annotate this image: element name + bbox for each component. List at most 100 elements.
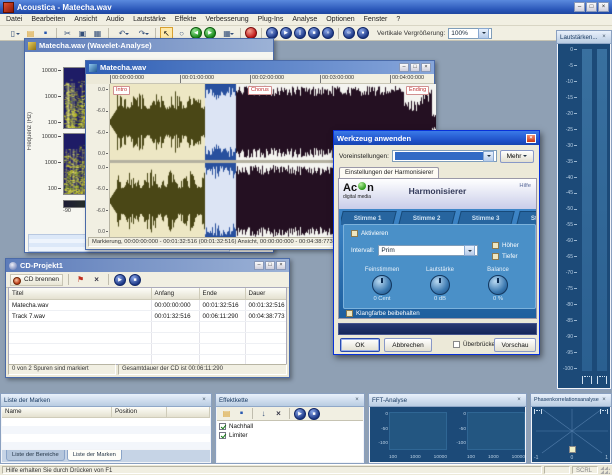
fx-enabled-checkbox[interactable] bbox=[219, 423, 226, 430]
delete-track-button[interactable]: × bbox=[90, 274, 103, 286]
knob[interactable] bbox=[372, 275, 392, 295]
cd-column-header[interactable]: Ende bbox=[199, 288, 245, 300]
open-chain-button[interactable]: ▤ bbox=[220, 408, 233, 420]
marks-panel-header[interactable]: Liste der Marken × bbox=[1, 394, 211, 407]
add-track-marker-button[interactable]: ⚑ bbox=[74, 274, 87, 286]
cd-titlebar[interactable]: CD-Projekt1 –□× bbox=[6, 259, 289, 272]
loop-button[interactable]: ∞ bbox=[343, 27, 355, 39]
menu-item[interactable]: Datei bbox=[6, 16, 22, 23]
burn-cd-button[interactable]: CD brennen bbox=[10, 274, 63, 286]
fx-enabled-checkbox[interactable] bbox=[219, 432, 226, 439]
close-icon[interactable]: × bbox=[200, 397, 208, 403]
close-icon[interactable]: × bbox=[600, 397, 608, 403]
maximize-button[interactable]: □ bbox=[410, 63, 420, 72]
fx-list-item[interactable]: Limiter bbox=[219, 431, 361, 440]
monitor-button[interactable]: ● bbox=[357, 27, 369, 39]
marks-list-body[interactable] bbox=[2, 418, 210, 449]
column-position[interactable]: Position bbox=[112, 407, 167, 418]
menu-item[interactable]: Audio bbox=[106, 16, 124, 23]
fx-list-item[interactable]: Nachhall bbox=[219, 422, 361, 431]
insert-effect-button[interactable]: ↓ bbox=[257, 408, 270, 420]
menu-item[interactable]: Bearbeiten bbox=[31, 16, 65, 23]
cd-track-row[interactable]: Track 7.wav00:01:32:51600:06:11:29000:04… bbox=[9, 311, 287, 322]
preset-combo[interactable] bbox=[392, 150, 497, 162]
remove-effect-button[interactable]: × bbox=[272, 408, 285, 420]
chevron-down-icon[interactable] bbox=[464, 245, 475, 256]
fx-panel-header[interactable]: Effektkette × bbox=[216, 394, 364, 407]
dialog-titlebar[interactable]: Werkzeug anwenden × bbox=[334, 131, 539, 145]
close-button[interactable]: × bbox=[276, 261, 286, 270]
wavelet-titlebar[interactable]: Matecha.wav (Wavelet-Analyse) bbox=[25, 39, 273, 52]
menu-item[interactable]: Fenster bbox=[364, 16, 388, 23]
cd-table-body[interactable]: Matecha.wav00:00:00:00000:01:32:51600:01… bbox=[9, 300, 287, 366]
voice-tab[interactable]: Stimme 3 bbox=[457, 211, 514, 225]
close-button[interactable]: × bbox=[598, 2, 609, 12]
time-ruler[interactable]: 00:00:00:00000:01:00:00000:02:00:00000:0… bbox=[110, 74, 434, 84]
cancel-button[interactable]: Abbrechen bbox=[384, 338, 432, 352]
close-button[interactable]: × bbox=[421, 63, 431, 72]
menu-item[interactable]: Effekte bbox=[175, 16, 197, 23]
pause-button[interactable]: ∥ bbox=[294, 27, 306, 39]
stop-button[interactable]: ■ bbox=[308, 27, 320, 39]
play-button[interactable]: ▶ bbox=[280, 27, 292, 39]
chevron-down-icon[interactable] bbox=[478, 28, 489, 39]
vertical-zoom-combo[interactable]: 100% bbox=[448, 28, 492, 39]
menu-item[interactable]: ? bbox=[396, 16, 400, 23]
minimize-button[interactable]: – bbox=[574, 2, 585, 12]
voice-tab[interactable]: Stimme 4 bbox=[516, 211, 536, 225]
close-icon[interactable]: × bbox=[600, 34, 608, 40]
close-icon[interactable]: × bbox=[515, 397, 523, 403]
menu-item[interactable]: Ansicht bbox=[74, 16, 97, 23]
close-icon[interactable]: × bbox=[526, 134, 536, 143]
play-button[interactable]: ▶ bbox=[294, 408, 306, 420]
maximize-button[interactable]: □ bbox=[265, 261, 275, 270]
phase-panel-header[interactable]: Phasenkorrelationsanalyse × bbox=[531, 394, 611, 407]
more-button[interactable]: Mehr bbox=[500, 150, 534, 163]
maximize-button[interactable]: □ bbox=[586, 2, 597, 12]
activate-checkbox[interactable] bbox=[351, 230, 358, 237]
new-file-button[interactable]: ▯ bbox=[4, 27, 22, 39]
fft-panel-header[interactable]: FFT-Analyse × bbox=[369, 394, 526, 407]
menu-item[interactable]: Optionen bbox=[326, 16, 354, 23]
chevron-down-icon[interactable] bbox=[483, 151, 494, 162]
stop-button[interactable]: ■ bbox=[308, 408, 320, 420]
ok-button[interactable]: OK bbox=[340, 338, 380, 352]
goto-end-button[interactable]: » bbox=[322, 27, 334, 39]
cd-column-header[interactable]: Anfang bbox=[151, 288, 199, 300]
meter-panel-header[interactable]: Lautstärken... × bbox=[557, 31, 611, 44]
menu-item[interactable]: Verbesserung bbox=[205, 16, 248, 23]
voice-tab[interactable]: Stimme 2 bbox=[398, 211, 455, 225]
minimize-button[interactable]: – bbox=[399, 63, 409, 72]
help-link[interactable]: Hilfe bbox=[519, 183, 531, 189]
tab-liste-der-bereiche[interactable]: Liste der Bereiche bbox=[6, 450, 65, 461]
menu-item[interactable]: Lautstärke bbox=[133, 16, 166, 23]
amplitude-scale: 0.0-6.0-6.00.0 0.0-6.0-6.00.0 bbox=[86, 84, 110, 239]
column-name[interactable]: Name bbox=[2, 407, 112, 418]
knob[interactable] bbox=[430, 275, 450, 295]
interval-combo[interactable]: Prim bbox=[378, 245, 478, 256]
play-button[interactable]: ▶ bbox=[114, 274, 126, 286]
activate-row: Aktivieren bbox=[351, 230, 388, 237]
freq-ticks-ch1: 100001000100 bbox=[35, 68, 61, 126]
minimize-button[interactable]: – bbox=[254, 261, 264, 270]
lower-checkbox[interactable] bbox=[492, 253, 499, 260]
voice-tab[interactable]: Stimme 1 bbox=[341, 211, 397, 225]
bypass-checkbox[interactable] bbox=[453, 341, 460, 348]
cd-table-header[interactable]: TitelAnfangEndeDauer bbox=[9, 288, 287, 300]
waveform-titlebar[interactable]: Matecha.wav –□× bbox=[86, 61, 434, 74]
higher-checkbox[interactable] bbox=[492, 242, 499, 249]
knob-group: Balance 0 % bbox=[468, 267, 528, 302]
resize-grip[interactable] bbox=[600, 466, 610, 474]
cd-track-row[interactable]: Matecha.wav00:00:00:00000:01:32:51600:01… bbox=[9, 300, 287, 311]
preview-button[interactable]: Vorschau bbox=[494, 338, 536, 352]
cd-column-header[interactable]: Dauer bbox=[245, 288, 287, 300]
stop-button[interactable]: ■ bbox=[129, 274, 141, 286]
cd-column-header[interactable]: Titel bbox=[9, 288, 151, 300]
menu-item[interactable]: Plug-Ins bbox=[258, 16, 284, 23]
tab-liste-der-marken[interactable]: Liste der Marken bbox=[67, 450, 122, 461]
timbre-checkbox[interactable] bbox=[346, 310, 353, 317]
knob[interactable] bbox=[488, 275, 508, 295]
save-chain-button[interactable]: ▪ bbox=[235, 408, 248, 420]
menu-item[interactable]: Analyse bbox=[292, 16, 317, 23]
close-icon[interactable]: × bbox=[353, 397, 361, 403]
